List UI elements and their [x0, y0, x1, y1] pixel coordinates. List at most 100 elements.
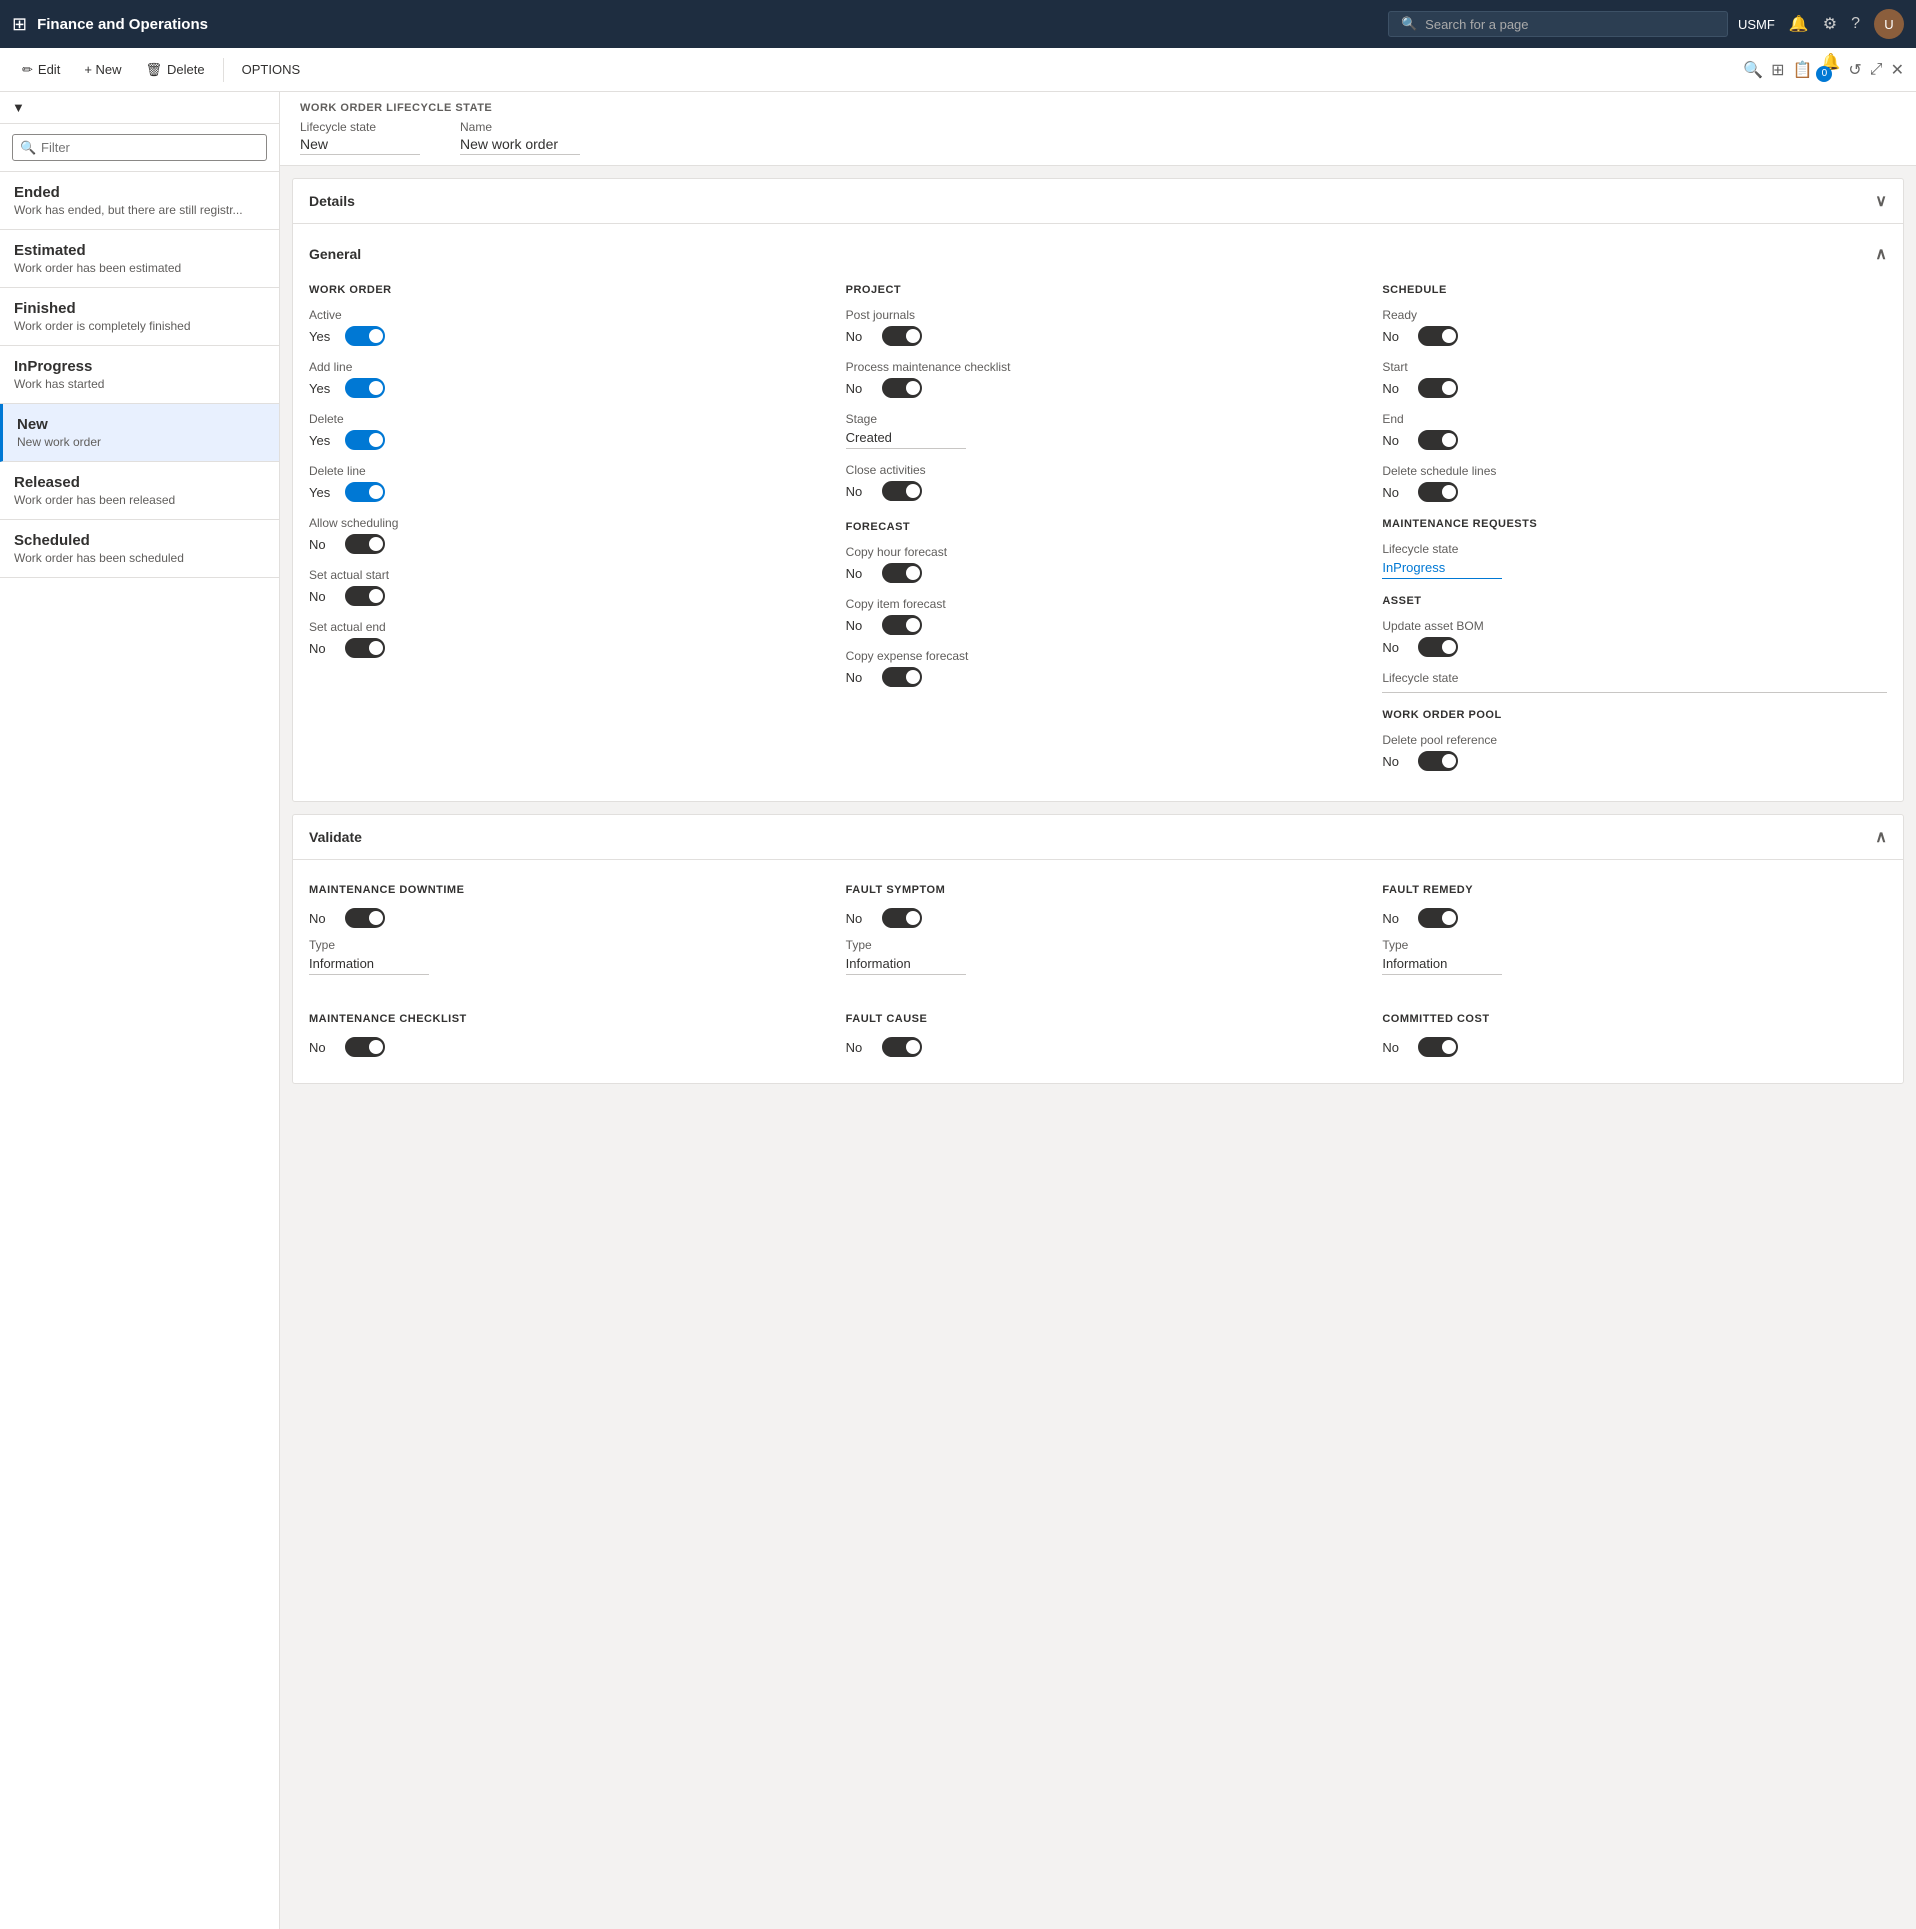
personalize-icon[interactable]: ⊞: [1771, 60, 1784, 80]
open-icon[interactable]: 📋: [1793, 60, 1813, 80]
set-actual-start-toggle[interactable]: [345, 586, 385, 606]
close-icon[interactable]: ✕: [1891, 60, 1904, 80]
delete-pool-ref-toggle[interactable]: [1418, 751, 1458, 771]
delete-field: Delete Yes: [309, 412, 814, 450]
funnel-icon[interactable]: ▼: [12, 100, 25, 115]
update-asset-bom-toggle[interactable]: [1418, 637, 1458, 657]
mr-lifecycle-value[interactable]: InProgress: [1382, 560, 1502, 579]
allow-scheduling-toggle[interactable]: [345, 534, 385, 554]
validate-header[interactable]: Validate ∧: [293, 815, 1903, 860]
notification-badge: 0: [1816, 66, 1832, 82]
ready-toggle[interactable]: [1418, 326, 1458, 346]
details-chevron: ∨: [1875, 191, 1887, 211]
maintenance-downtime-toggle[interactable]: [345, 908, 385, 928]
process-maintenance-toggle-row: No: [846, 378, 1351, 398]
sidebar-item-ended[interactable]: Ended Work has ended, but there are stil…: [0, 172, 279, 230]
committed-cost-toggle[interactable]: [1418, 1037, 1458, 1057]
filter-input[interactable]: [12, 134, 267, 161]
copy-hour-toggle[interactable]: [882, 563, 922, 583]
validate-grid: MAINTENANCE DOWNTIME No Type Information…: [309, 876, 1887, 989]
allow-scheduling-field: Allow scheduling No: [309, 516, 814, 554]
fault-remedy-toggle[interactable]: [1418, 908, 1458, 928]
search-bar[interactable]: 🔍 Search for a page: [1388, 11, 1728, 37]
delete-pool-ref-field: Delete pool reference No: [1382, 733, 1887, 771]
sidebar-funnel: ▼: [0, 92, 279, 124]
details-section: Details ∨ General ∧ WORK ORDER Active: [292, 178, 1904, 802]
sidebar-item-released[interactable]: Released Work order has been released: [0, 462, 279, 520]
sidebar-item-estimated[interactable]: Estimated Work order has been estimated: [0, 230, 279, 288]
user-company: USMF: [1738, 17, 1775, 32]
avatar[interactable]: U: [1874, 9, 1904, 39]
process-maintenance-toggle[interactable]: [882, 378, 922, 398]
delete-schedule-toggle[interactable]: [1418, 482, 1458, 502]
main-layout: ▼ 🔍 Ended Work has ended, but there are …: [0, 92, 1916, 1929]
fault-symptom-toggle[interactable]: [882, 908, 922, 928]
general-grid: WORK ORDER Active Yes Add line Yes: [309, 276, 1887, 785]
grid-icon[interactable]: ⊞: [12, 14, 27, 35]
maximize-icon[interactable]: ⤢: [1870, 61, 1883, 79]
add-line-toggle[interactable]: [345, 378, 385, 398]
fault-cause-toggle[interactable]: [882, 1037, 922, 1057]
add-line-field: Add line Yes: [309, 360, 814, 398]
settings-icon[interactable]: ⚙: [1823, 14, 1837, 34]
copy-item-toggle[interactable]: [882, 615, 922, 635]
post-journals-toggle-row: No: [846, 326, 1351, 346]
refresh-icon[interactable]: ↺: [1848, 60, 1861, 80]
delete-line-toggle[interactable]: [345, 482, 385, 502]
search-icon: 🔍: [1401, 16, 1417, 32]
toolbar-search-icon[interactable]: 🔍: [1743, 60, 1763, 80]
sidebar-item-finished[interactable]: Finished Work order is completely finish…: [0, 288, 279, 346]
start-field: Start No: [1382, 360, 1887, 398]
maintenance-downtime-toggle-row: No: [309, 908, 814, 928]
details-header[interactable]: Details ∨: [293, 179, 1903, 224]
active-toggle[interactable]: [345, 326, 385, 346]
sidebar-filter-area: 🔍: [0, 124, 279, 172]
close-activities-toggle[interactable]: [882, 481, 922, 501]
add-line-toggle-row: Yes: [309, 378, 814, 398]
sidebar-item-inprogress[interactable]: InProgress Work has started: [0, 346, 279, 404]
set-actual-end-toggle[interactable]: [345, 638, 385, 658]
delete-toggle[interactable]: [345, 430, 385, 450]
filter-search-icon: 🔍: [20, 140, 36, 156]
delete-pool-ref-toggle-row: No: [1382, 751, 1887, 771]
fault-remedy-title: FAULT REMEDY: [1382, 884, 1887, 896]
help-icon[interactable]: ?: [1851, 15, 1860, 33]
end-toggle[interactable]: [1418, 430, 1458, 450]
breadcrumb-fields: Lifecycle state New Name New work order: [300, 120, 1896, 155]
fault-cause-toggle-row: No: [846, 1037, 1351, 1057]
committed-cost-col: COMMITTED COST No: [1382, 1005, 1887, 1067]
edit-button[interactable]: ✏ Edit: [12, 57, 70, 83]
delete-line-field: Delete line Yes: [309, 464, 814, 502]
copy-expense-toggle[interactable]: [882, 667, 922, 687]
project-forecast-col: PROJECT Post journals No Process mainten…: [846, 276, 1351, 785]
fault-remedy-col: FAULT REMEDY No Type Information: [1382, 876, 1887, 989]
end-field: End No: [1382, 412, 1887, 450]
active-field: Active Yes: [309, 308, 814, 346]
set-actual-end-toggle-row: No: [309, 638, 814, 658]
new-button[interactable]: + New: [74, 57, 131, 82]
bell-icon[interactable]: 🔔: [1789, 14, 1809, 34]
notification-icon[interactable]: 🔔0: [1820, 52, 1840, 88]
post-journals-field: Post journals No: [846, 308, 1351, 346]
ready-field: Ready No: [1382, 308, 1887, 346]
post-journals-toggle[interactable]: [882, 326, 922, 346]
validate-section: Validate ∧ MAINTENANCE DOWNTIME No Type: [292, 814, 1904, 1084]
details-body: General ∧ WORK ORDER Active Yes: [293, 224, 1903, 801]
options-button[interactable]: OPTIONS: [232, 57, 311, 82]
delete-button[interactable]: 🗑 Delete: [136, 57, 215, 83]
breadcrumb-label: WORK ORDER LIFECYCLE STATE: [300, 102, 1896, 114]
schedule-col: SCHEDULE Ready No Start No: [1382, 276, 1887, 785]
sidebar-item-new[interactable]: New New work order: [0, 404, 279, 462]
sidebar-item-scheduled[interactable]: Scheduled Work order has been scheduled: [0, 520, 279, 578]
start-toggle[interactable]: [1418, 378, 1458, 398]
fault-cause-col: FAULT CAUSE No: [846, 1005, 1351, 1067]
update-asset-bom-toggle-row: No: [1382, 637, 1887, 657]
asset-lifecycle-value: [1382, 689, 1887, 693]
validate-grid-2: MAINTENANCE CHECKLIST No FAULT CAUSE No: [309, 1005, 1887, 1067]
maintenance-checklist-title: MAINTENANCE CHECKLIST: [309, 1013, 814, 1025]
stage-field: Stage Created: [846, 412, 1351, 449]
maintenance-checklist-toggle[interactable]: [345, 1037, 385, 1057]
maintenance-requests-subsection: MAINTENANCE REQUESTS Lifecycle state InP…: [1382, 518, 1887, 579]
delete-toggle-row: Yes: [309, 430, 814, 450]
maintenance-checklist-col: MAINTENANCE CHECKLIST No: [309, 1005, 814, 1067]
